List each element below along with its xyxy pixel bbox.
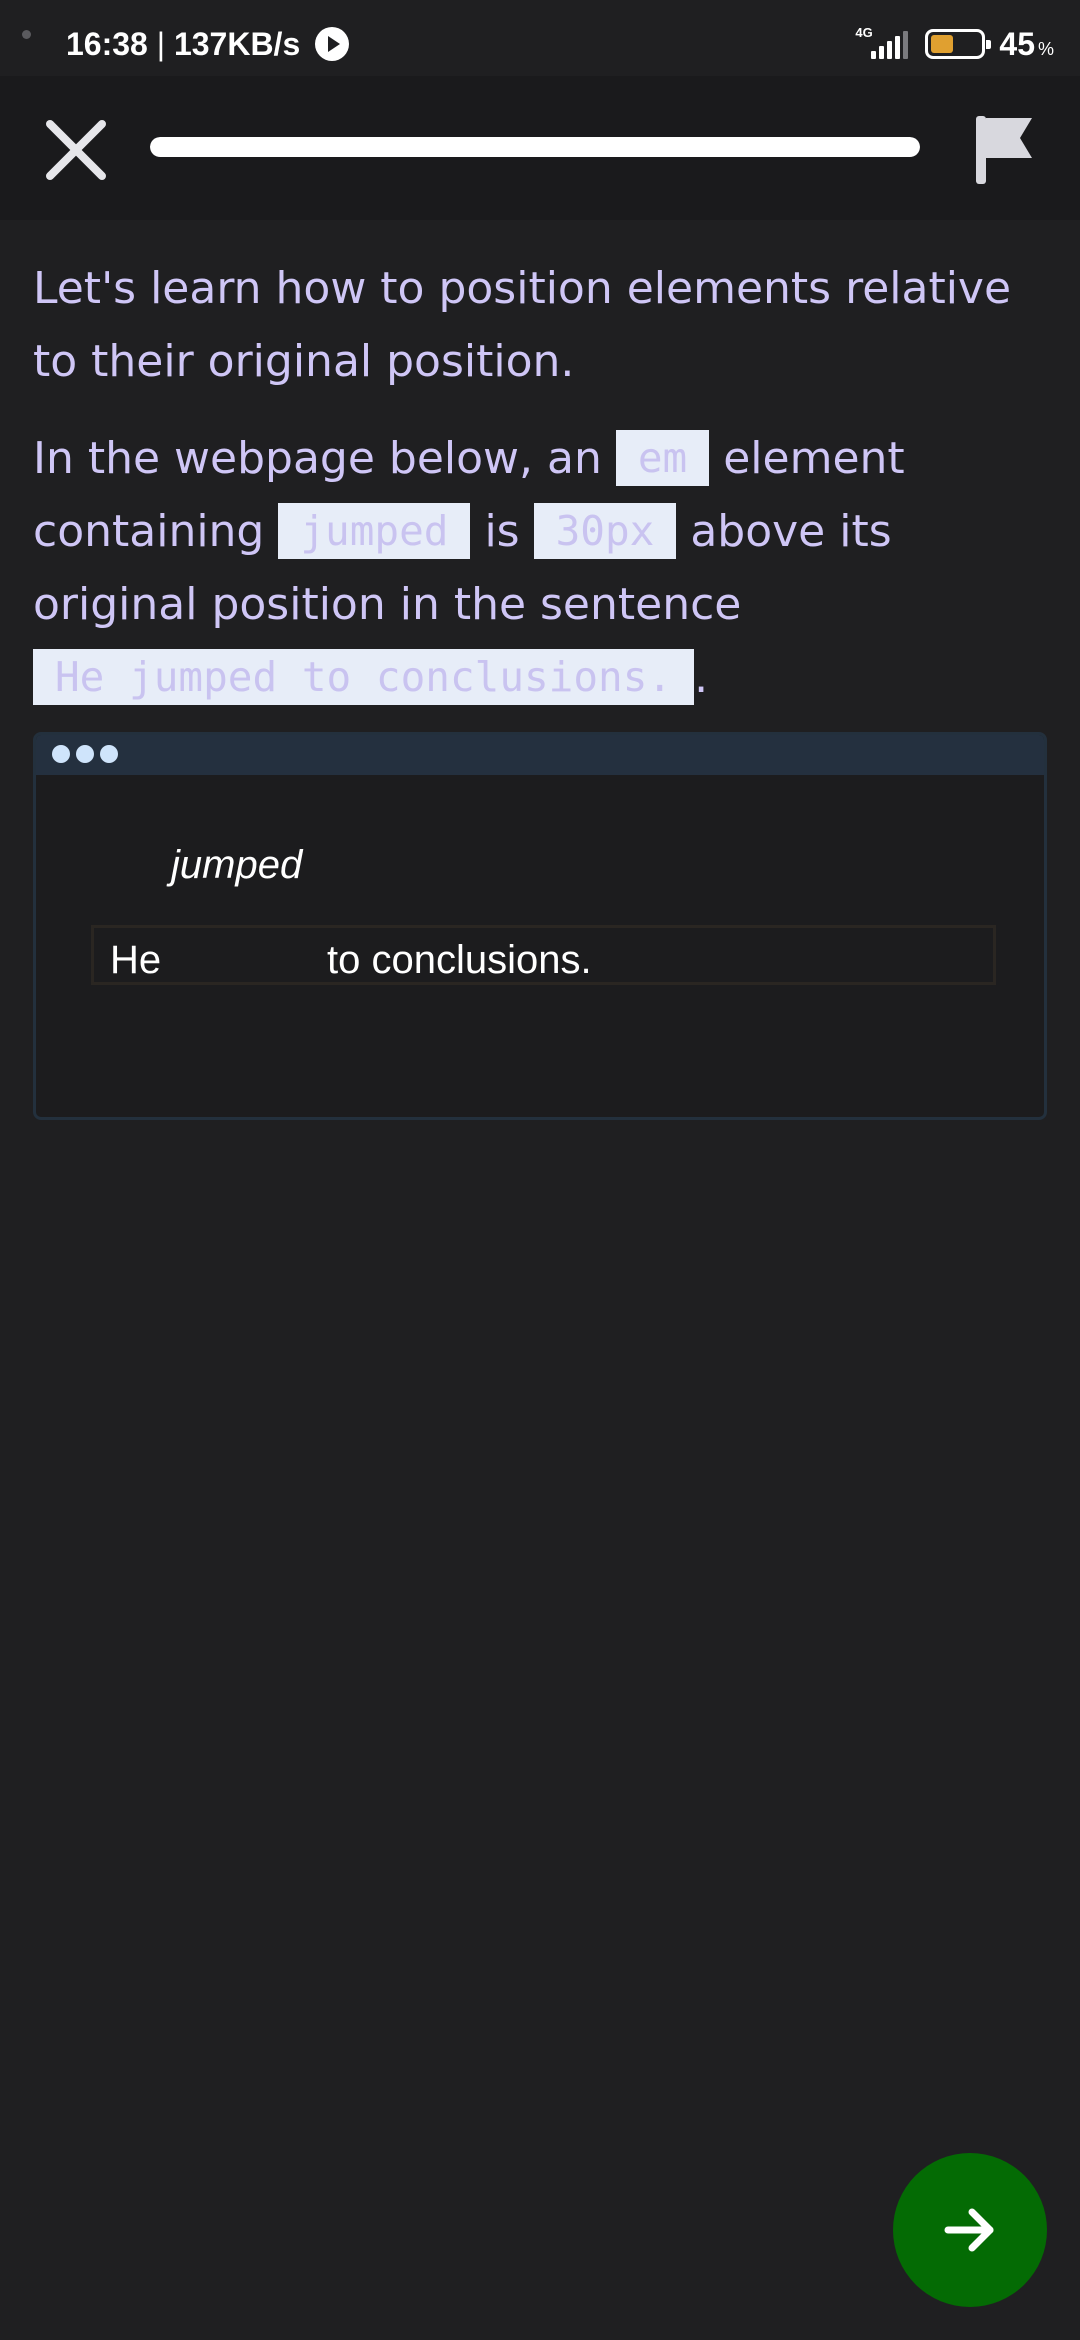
- signal-bars: [871, 31, 909, 59]
- sentence-start: He: [110, 938, 162, 982]
- sentence-end: to conclusions.: [327, 938, 592, 982]
- status-time: 16:38: [66, 26, 148, 62]
- notification-dot: [22, 30, 31, 39]
- preview-em-word: jumped: [171, 843, 303, 887]
- battery-percent-group: 45%: [999, 26, 1054, 63]
- preview-sentence: He to conclusions.: [91, 925, 996, 985]
- window-dot-icon: [100, 745, 118, 763]
- code-em: em: [615, 430, 710, 486]
- status-speed: 137KB/s: [173, 26, 301, 62]
- battery-icon: [925, 29, 992, 59]
- signal-icon: 4G: [853, 25, 911, 63]
- arrow-right-icon: [944, 2208, 994, 2252]
- lesson-text-3: is: [470, 506, 534, 557]
- lesson-text-5: .: [694, 652, 709, 703]
- status-separator: |: [147, 26, 174, 62]
- battery-percent: 45: [999, 25, 1035, 62]
- lesson-paragraph: In the webpage below, an em element cont…: [33, 422, 1053, 714]
- lesson-top-bar: [0, 76, 1080, 220]
- browser-title-bar: [36, 735, 1044, 775]
- lesson-text-1: In the webpage below, an: [33, 433, 616, 484]
- lesson-progress-bar: [150, 137, 920, 157]
- window-dot-icon: [76, 745, 94, 763]
- close-button[interactable]: [40, 114, 112, 186]
- next-button[interactable]: [893, 2153, 1047, 2307]
- status-bar: 16:38 | 137KB/s 4G 45%: [0, 0, 1080, 76]
- lesson-progress-fill: [150, 137, 920, 157]
- report-flag-button[interactable]: [970, 110, 1042, 188]
- status-right: 4G 45%: [853, 24, 1054, 64]
- network-type: 4G: [855, 25, 873, 40]
- lesson-intro: Let's learn how to position elements rel…: [33, 263, 1012, 387]
- code-30px: 30px: [533, 503, 677, 559]
- media-play-icon: [315, 27, 350, 61]
- battery-unit: %: [1037, 38, 1054, 59]
- battery-fill: [931, 35, 954, 53]
- code-sentence: He jumped to conclusions.: [33, 649, 695, 705]
- close-icon: [46, 120, 106, 180]
- code-jumped: jumped: [278, 503, 471, 559]
- webpage-preview: jumped He to conclusions.: [33, 732, 1047, 1120]
- window-dot-icon: [52, 745, 70, 763]
- preview-content: jumped He to conclusions.: [36, 775, 1044, 1117]
- flag-icon: [976, 116, 1032, 184]
- status-time-group: 16:38 | 137KB/s: [66, 26, 350, 63]
- lesson-content: Let's learn how to position elements rel…: [33, 252, 1053, 714]
